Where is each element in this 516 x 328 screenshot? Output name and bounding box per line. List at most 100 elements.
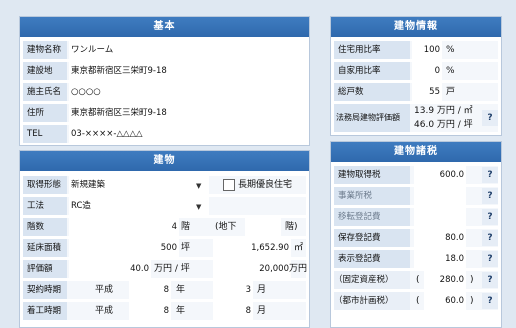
row-floors: 階数 4 階 (地下 階) <box>23 218 306 236</box>
address-field[interactable]: 東京都新宿区三栄町9-18 <box>69 104 306 122</box>
open-paren: ( <box>416 296 420 306</box>
registry-valuation-label: 法務局建物評価額 <box>334 104 410 132</box>
building-name-field[interactable]: ワンルーム <box>69 41 306 59</box>
floors-field[interactable]: 4 <box>69 218 179 236</box>
basement-unit: 階) <box>285 222 298 232</box>
valuation-total-field[interactable]: 20,000 <box>213 260 291 278</box>
total-units-unit: 戸 <box>446 87 456 97</box>
floors-label: 階数 <box>23 218 67 236</box>
tax-value-field[interactable]: 280.0 <box>424 271 466 289</box>
floors-unit: 階 <box>181 222 191 232</box>
row-acquisition: 取得形態 新規建築 ▼ 長期優良住宅 <box>23 176 306 194</box>
tax-value-field[interactable]: 600.0 <box>414 166 466 184</box>
shozei-header: 建物諸税 <box>331 142 501 162</box>
kihon-panel: 基本 建物名称 ワンルーム 建設地 東京都新宿区三栄町9-18 施主氏名 ○○○… <box>19 16 310 146</box>
residential-ratio-label: 住宅用比率 <box>334 41 410 59</box>
tel-field[interactable]: 03-××××-△△△△ <box>69 125 306 143</box>
tax-label: 事業所税 <box>334 187 410 205</box>
floor-area-label: 延床面積 <box>23 239 67 257</box>
valuation-total-unit: 万円 <box>289 264 308 274</box>
contract-month-unit: 月 <box>257 285 267 295</box>
tax-row: （都市計画税） (60.0)? <box>334 292 498 310</box>
valuation-tsubo-field[interactable]: 40.0 <box>69 260 151 278</box>
help-icon[interactable]: ? <box>482 209 498 225</box>
row-method: 工法 RC造 ▼ <box>23 197 306 215</box>
contract-month-field[interactable]: 3 <box>213 281 253 299</box>
site-field[interactable]: 東京都新宿区三栄町9-18 <box>69 62 306 80</box>
valuation-tsubo-unit: 万円 / 坪 <box>154 264 190 274</box>
help-icon[interactable]: ? <box>482 230 498 246</box>
method-value: RC造 <box>71 201 91 211</box>
start-year-field[interactable]: 8 <box>129 302 171 320</box>
tax-value-field[interactable]: 80.0 <box>414 229 466 247</box>
method-label: 工法 <box>23 197 67 215</box>
floor-area-tsubo-field[interactable]: 500 <box>69 239 179 257</box>
row-valuation: 評価額 40.0 万円 / 坪 20,000 万円 <box>23 260 308 278</box>
jouhou-header: 建物情報 <box>331 17 501 37</box>
jouhou-panel: 建物情報 住宅用比率 100 % 自家用比率 0 % 総戸数 55 戸 法務局建… <box>330 16 502 136</box>
contract-year-unit: 年 <box>176 285 186 295</box>
long-term-checkbox[interactable] <box>223 179 235 191</box>
chevron-down-icon[interactable]: ▼ <box>196 198 201 216</box>
tax-row: 移転登記費? <box>334 208 498 226</box>
row-residential-ratio: 住宅用比率 100 % <box>334 41 498 59</box>
valuation-label: 評価額 <box>23 260 67 278</box>
floor-area-m2-field[interactable]: 1,652.90 <box>213 239 291 257</box>
close-paren: ) <box>470 275 474 285</box>
tax-label: 表示登記費 <box>334 250 410 268</box>
tax-row: 事業所税? <box>334 187 498 205</box>
tax-label: （固定資産税） <box>334 271 410 289</box>
tax-value-field[interactable]: 60.0 <box>424 292 466 310</box>
tax-value-field <box>414 208 466 226</box>
row-contract-date: 契約時期 平成 8 年 3 月 <box>23 281 306 299</box>
building-name-label: 建物名称 <box>23 41 67 59</box>
contract-year-field[interactable]: 8 <box>129 281 171 299</box>
row-total-units: 総戸数 55 戸 <box>334 83 498 101</box>
contract-era: 平成 <box>95 285 114 295</box>
help-icon[interactable]: ? <box>482 110 498 126</box>
start-month-field[interactable]: 8 <box>213 302 253 320</box>
method-select[interactable]: RC造 ▼ <box>69 197 209 215</box>
owner-field[interactable]: ○○○○ <box>69 83 306 101</box>
row-tel: TEL 03-××××-△△△△ <box>23 125 306 143</box>
help-icon[interactable]: ? <box>482 167 498 183</box>
row-owner: 施主氏名 ○○○○ <box>23 83 306 101</box>
row-start-date: 着工時期 平成 8 年 8 月 <box>23 302 306 320</box>
acquisition-select[interactable]: 新規建築 ▼ <box>69 176 209 194</box>
tax-row: 建物取得税 600.0? <box>334 166 498 184</box>
start-date-label: 着工時期 <box>23 302 67 320</box>
floor-area-tsubo-unit: 坪 <box>181 243 191 253</box>
tax-label: 移転登記費 <box>334 208 410 226</box>
private-ratio-label: 自家用比率 <box>334 62 410 80</box>
basement-label: (地下 <box>215 222 237 232</box>
total-units-field[interactable]: 55 <box>412 83 442 101</box>
start-era: 平成 <box>95 306 114 316</box>
help-icon[interactable]: ? <box>482 272 498 288</box>
contract-date-label: 契約時期 <box>23 281 67 299</box>
row-address: 住所 東京都新宿区三栄町9-18 <box>23 104 306 122</box>
row-registry-valuation: 法務局建物評価額 13.9 万円 / ㎡ 46.0 万円 / 坪 ? <box>334 104 498 132</box>
basement-field[interactable] <box>245 218 281 236</box>
help-icon[interactable]: ? <box>482 188 498 204</box>
floor-area-m2-unit: ㎡ <box>294 243 304 253</box>
private-ratio-field[interactable]: 0 <box>412 62 442 80</box>
start-year-unit: 年 <box>176 306 186 316</box>
row-building-name: 建物名称 ワンルーム <box>23 41 306 59</box>
close-paren: ) <box>470 296 474 306</box>
tax-label: 建物取得税 <box>334 166 410 184</box>
residential-ratio-field[interactable]: 100 <box>412 41 442 59</box>
shozei-panel: 建物諸税 建物取得税 600.0? 事業所税? 移転登記費? 保存登記費 80.0? 表示登… <box>330 141 502 328</box>
owner-label: 施主氏名 <box>23 83 67 101</box>
tel-label: TEL <box>23 125 67 143</box>
long-term-label: 長期優良住宅 <box>238 180 293 190</box>
help-icon[interactable]: ? <box>482 293 498 309</box>
tax-label: 保存登記費 <box>334 229 410 247</box>
tax-value-field[interactable]: 18.0 <box>414 250 466 268</box>
chevron-down-icon[interactable]: ▼ <box>196 177 201 195</box>
acquisition-value: 新規建築 <box>71 180 106 190</box>
total-units-label: 総戸数 <box>334 83 410 101</box>
address-label: 住所 <box>23 104 67 122</box>
tax-row: 保存登記費 80.0? <box>334 229 498 247</box>
tax-label: （都市計画税） <box>334 292 410 310</box>
help-icon[interactable]: ? <box>482 251 498 267</box>
